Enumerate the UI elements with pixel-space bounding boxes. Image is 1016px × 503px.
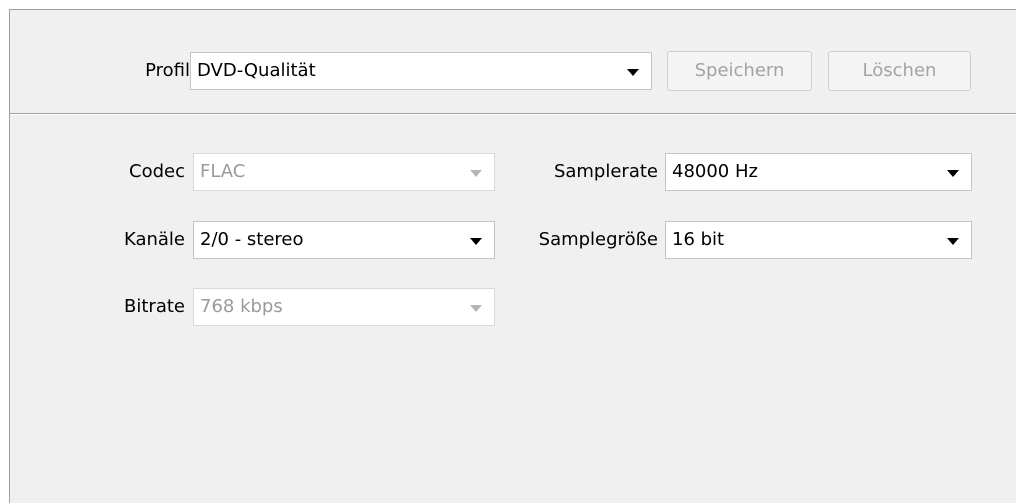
chevron-down-icon[interactable] (947, 238, 959, 245)
profile-select[interactable]: DVD-Qualität (190, 52, 652, 90)
channels-select[interactable]: 2/0 - stereo (193, 221, 495, 259)
profile-label: Profil (145, 60, 190, 81)
save-button[interactable]: Speichern (667, 51, 812, 91)
profile-select-value: DVD-Qualität (197, 60, 316, 81)
channels-select-value: 2/0 - stereo (200, 229, 304, 250)
bitrate-select[interactable]: 768 kbps (193, 288, 495, 326)
codec-select[interactable]: FLAC (193, 153, 495, 191)
chevron-down-icon[interactable] (470, 170, 482, 177)
chevron-down-icon[interactable] (947, 170, 959, 177)
samplesize-label: Samplegröße (538, 229, 658, 250)
samplesize-select-value: 16 bit (672, 229, 725, 250)
chevron-down-icon[interactable] (470, 305, 482, 312)
codec-select-value: FLAC (200, 161, 246, 182)
audio-settings-panel: Profil DVD-Qualität Speichern Löschen Co… (9, 9, 1016, 503)
section-divider (10, 113, 1016, 115)
chevron-down-icon[interactable] (470, 238, 482, 245)
bitrate-select-value: 768 kbps (200, 296, 283, 317)
samplerate-label: Samplerate (553, 161, 658, 182)
samplerate-select[interactable]: 48000 Hz (665, 153, 972, 191)
codec-label: Codec (129, 161, 185, 182)
channels-label: Kanäle (123, 229, 185, 250)
delete-button[interactable]: Löschen (828, 51, 971, 91)
chevron-down-icon[interactable] (627, 69, 639, 76)
samplesize-select[interactable]: 16 bit (665, 221, 972, 259)
bitrate-label: Bitrate (124, 296, 185, 317)
samplerate-select-value: 48000 Hz (672, 161, 758, 182)
